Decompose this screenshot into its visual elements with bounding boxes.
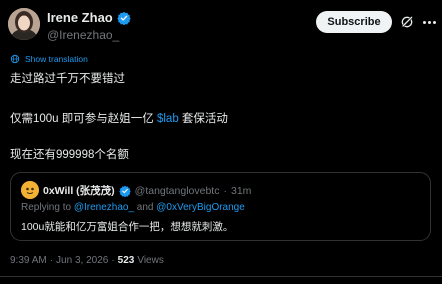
quoted-time[interactable]: 31m bbox=[231, 185, 251, 197]
tweet-date[interactable]: Jun 3, 2026 bbox=[56, 255, 108, 266]
author-avatar[interactable] bbox=[8, 8, 40, 40]
views-label: Views bbox=[137, 255, 164, 266]
globe-icon bbox=[10, 54, 20, 64]
tweet-time[interactable]: 9:39 AM bbox=[10, 255, 47, 266]
quoted-tweet-card[interactable]: 0xWill (张茂茂) @tangtanglovebtc · 31m Repl… bbox=[10, 172, 431, 241]
tweet-text-segment: 仅需100u 即可参与赵姐一亿 bbox=[10, 113, 157, 125]
author-handle[interactable]: @Irenezhao_ bbox=[47, 28, 119, 42]
more-options-icon[interactable] bbox=[421, 14, 437, 30]
show-translation-label[interactable]: Show translation bbox=[25, 54, 88, 64]
quoted-handle[interactable]: @tangtanglovebtc bbox=[135, 185, 220, 197]
author-name-row[interactable]: Irene Zhao bbox=[47, 10, 131, 25]
subscribe-button[interactable]: Subscribe bbox=[316, 11, 392, 33]
quoted-text: 100u就能和亿万富姐合作一把，想想就刺激。 bbox=[21, 221, 234, 233]
quoted-display-name[interactable]: 0xWill (张茂茂) bbox=[43, 183, 115, 198]
divider bbox=[0, 276, 442, 277]
reply-handle-link[interactable]: @Irenezhao_ bbox=[74, 202, 134, 213]
tweet-text-line-3: 现在还有999998个名额 bbox=[10, 149, 129, 161]
author-display-name[interactable]: Irene Zhao bbox=[47, 10, 113, 25]
quoted-author-avatar[interactable] bbox=[21, 181, 39, 199]
replying-prefix: Replying to bbox=[21, 202, 74, 213]
tweet-text-line-1: 走过路过千万不要错过 bbox=[10, 73, 125, 85]
tweet-meta: 9:39 AM · Jun 3, 2026 · 523 Views bbox=[10, 255, 164, 266]
reply-handle-link[interactable]: @0xVeryBigOrange bbox=[156, 202, 245, 213]
verified-badge-icon bbox=[117, 11, 131, 25]
quoted-replying-to: Replying to @Irenezhao_ and @0xVeryBigOr… bbox=[21, 202, 245, 213]
meta-separator: · bbox=[111, 255, 115, 266]
tweet-text-segment: 套保活动 bbox=[178, 113, 228, 125]
views-count: 523 bbox=[117, 255, 135, 266]
meta-separator: · bbox=[49, 255, 54, 266]
grok-icon[interactable] bbox=[399, 14, 415, 30]
cashtag-link[interactable]: $lab bbox=[157, 113, 179, 125]
verified-badge-icon bbox=[118, 185, 131, 197]
tweet-text-line-2: 仅需100u 即可参与赵姐一亿 $lab 套保活动 bbox=[10, 110, 228, 126]
show-translation-link[interactable]: Show translation bbox=[10, 54, 88, 64]
tweet-detail: Irene Zhao @Irenezhao_ Subscribe Show tr… bbox=[0, 0, 442, 284]
quoted-header: 0xWill (张茂茂) @tangtanglovebtc · 31m bbox=[43, 183, 251, 198]
quoted-separator: · bbox=[223, 184, 227, 197]
replying-and: and bbox=[134, 202, 157, 213]
